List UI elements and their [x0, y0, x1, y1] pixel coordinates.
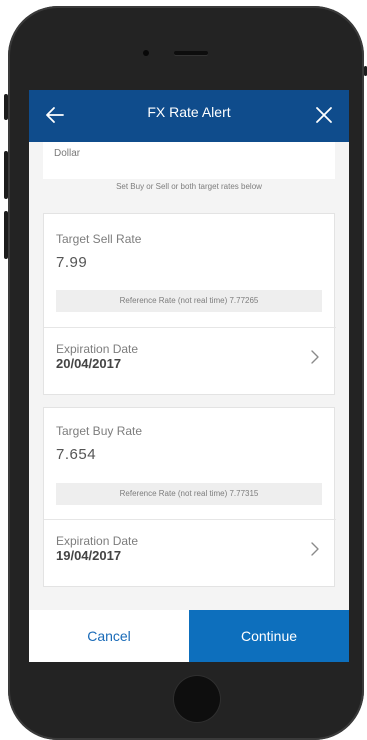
- front-camera: [143, 50, 149, 56]
- sell-rate-input[interactable]: 7.99: [56, 254, 87, 271]
- arrow-left-icon[interactable]: [45, 105, 65, 125]
- sell-rate-card: Target Sell Rate 7.99 Reference Rate (no…: [43, 213, 336, 395]
- volume-down-button: [4, 211, 8, 259]
- buy-reference-rate: Reference Rate (not real time) 7.77315: [56, 483, 322, 505]
- buy-rate-card: Target Buy Rate 7.654 Reference Rate (no…: [43, 407, 336, 587]
- sell-expiration-date: 20/04/2017: [56, 356, 122, 371]
- sell-expiration-label: Expiration Date: [56, 342, 139, 356]
- earpiece-speaker: [174, 51, 208, 55]
- buy-expiration-date: 19/04/2017: [56, 548, 122, 563]
- form-content: Dollar Set Buy or Sell or both target ra…: [29, 142, 349, 610]
- buy-expiration-row[interactable]: Expiration Date 19/04/2017: [44, 520, 336, 580]
- home-button[interactable]: [174, 676, 220, 722]
- buy-rate-input[interactable]: 7.654: [56, 446, 96, 463]
- instruction-text: Set Buy or Sell or both target rates bel…: [116, 182, 262, 191]
- buy-expiration-label: Expiration Date: [56, 534, 139, 548]
- top-bar: FX Rate Alert: [29, 90, 349, 142]
- page-title: FX Rate Alert: [147, 104, 231, 120]
- currency-section: Dollar: [43, 142, 335, 179]
- chevron-right-icon: [311, 542, 319, 556]
- continue-button[interactable]: Continue: [189, 610, 349, 662]
- volume-up-button: [4, 151, 8, 199]
- sell-expiration-row[interactable]: Expiration Date 20/04/2017: [44, 328, 336, 388]
- close-icon[interactable]: [314, 105, 334, 125]
- chevron-right-icon: [311, 350, 319, 364]
- cancel-button[interactable]: Cancel: [29, 610, 189, 662]
- mute-switch: [4, 94, 8, 120]
- buy-rate-label: Target Buy Rate: [56, 424, 143, 438]
- app-screen: FX Rate Alert Dollar Set Buy or Sell or …: [29, 90, 349, 662]
- sell-rate-label: Target Sell Rate: [56, 232, 142, 246]
- footer-actions: Cancel Continue: [29, 610, 349, 662]
- sell-reference-rate: Reference Rate (not real time) 7.77265: [56, 290, 322, 312]
- currency-name: Dollar: [54, 148, 81, 159]
